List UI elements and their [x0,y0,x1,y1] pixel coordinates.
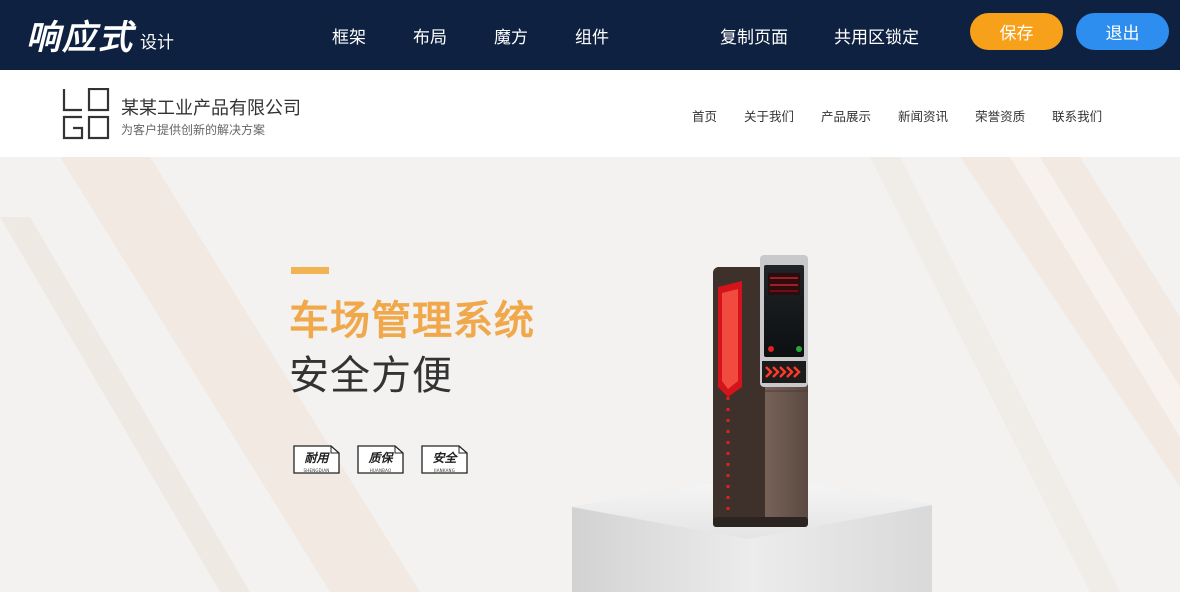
copy-page-button[interactable]: 复制页面 [720,23,788,48]
menu-components[interactable]: 组件 [575,23,609,48]
save-button[interactable]: 保存 [970,13,1063,50]
brand-subtitle: 设计 [140,33,174,53]
parking-terminal-image [572,255,932,592]
editor-brand: 响应式 设计 [26,12,174,58]
editor-menu-left: 框架 布局 魔方 组件 [332,0,656,70]
company-slogan: 为客户提供创新的解决方案 [121,123,266,137]
menu-layout[interactable]: 布局 [413,23,447,48]
feature-badges: 耐用 SHENGDIAN 质保 HUANBAO 安全 JIANKANG [293,443,485,477]
headline-accent-bar [291,267,329,274]
nav-about[interactable]: 关于我们 [744,106,794,125]
editor-toolbar: 响应式 设计 框架 布局 魔方 组件 复制页面 共用区锁定 保存 退出 [0,0,1180,70]
brand-logo-text: 响应式 [26,18,134,58]
logo-icon[interactable] [62,88,110,140]
company-name: 某某工业产品有限公司 [121,98,301,119]
exit-button[interactable]: 退出 [1076,13,1169,50]
menu-cube[interactable]: 魔方 [494,23,528,48]
banner-subline: 安全方便 [289,353,453,399]
badge-durable: 耐用 SHENGDIAN [293,443,340,477]
site-nav: 首页 关于我们 产品展示 新闻资讯 荣誉资质 联系我们 [692,106,1129,125]
menu-framework[interactable]: 框架 [332,23,366,48]
nav-honors[interactable]: 荣誉资质 [975,106,1025,125]
nav-news[interactable]: 新闻资讯 [898,106,948,125]
hero-banner[interactable]: 车场管理系统 安全方便 耐用 SHENGDIAN 质保 HUANBAO 安全 J… [0,157,1180,592]
badge-safety: 安全 JIANKANG [421,443,468,477]
editor-menu-right: 复制页面 共用区锁定 [720,0,965,70]
lock-shared-area-button[interactable]: 共用区锁定 [834,23,919,48]
nav-products[interactable]: 产品展示 [821,106,871,125]
nav-home[interactable]: 首页 [692,106,717,125]
banner-headline: 车场管理系统 [289,298,535,344]
nav-contact[interactable]: 联系我们 [1052,106,1102,125]
badge-warranty: 质保 HUANBAO [357,443,404,477]
site-header: 某某工业产品有限公司 为客户提供创新的解决方案 首页 关于我们 产品展示 新闻资… [0,70,1180,157]
